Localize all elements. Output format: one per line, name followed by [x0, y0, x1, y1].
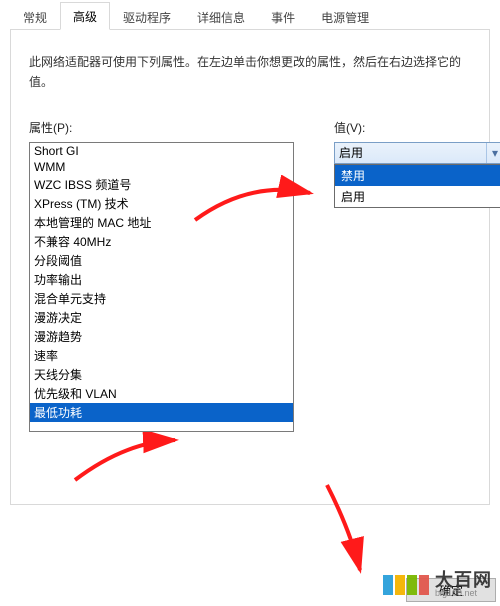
watermark-text-cn: 大百网	[435, 571, 492, 589]
list-item[interactable]: XPress (TM) 技术	[30, 194, 293, 213]
watermark: 大百网 big100.net	[383, 571, 492, 598]
list-item[interactable]: Short GI	[30, 143, 293, 159]
watermark-text-en: big100.net	[435, 589, 492, 598]
value-combobox[interactable]: 启用 ▾	[334, 142, 500, 164]
dropdown-option[interactable]: 启用	[335, 186, 500, 207]
tab-events[interactable]: 事件	[258, 3, 308, 30]
list-item[interactable]: 混合单元支持	[30, 289, 293, 308]
tab-panel-advanced: 此网络适配器可使用下列属性。在左边单击你想更改的属性，然后在右边选择它的值。 属…	[10, 30, 490, 505]
value-label: 值(V):	[334, 119, 500, 136]
property-listbox[interactable]: Short GIWMMWZC IBSS 频道号XPress (TM) 技术本地管…	[29, 142, 294, 432]
watermark-logo-icon	[383, 575, 429, 595]
property-label: 属性(P):	[29, 119, 294, 136]
list-item[interactable]: 优先级和 VLAN	[30, 384, 293, 403]
list-item[interactable]: 漫游趋势	[30, 327, 293, 346]
list-item[interactable]: 不兼容 40MHz	[30, 232, 293, 251]
tab-general[interactable]: 常规	[10, 3, 60, 30]
tab-details[interactable]: 详细信息	[184, 3, 258, 30]
list-item[interactable]: 功率输出	[30, 270, 293, 289]
list-item[interactable]: 速率	[30, 346, 293, 365]
value-combobox-text: 启用	[339, 144, 363, 161]
tab-power[interactable]: 电源管理	[308, 3, 382, 30]
description-text: 此网络适配器可使用下列属性。在左边单击你想更改的属性，然后在右边选择它的值。	[29, 52, 471, 93]
tab-advanced[interactable]: 高级	[60, 2, 110, 30]
list-item[interactable]: WMM	[30, 159, 293, 175]
value-dropdown[interactable]: 禁用启用	[334, 164, 500, 208]
list-item[interactable]: 漫游决定	[30, 308, 293, 327]
list-item[interactable]: 天线分集	[30, 365, 293, 384]
tabs-bar: 常规 高级 驱动程序 详细信息 事件 电源管理	[10, 4, 490, 30]
list-item[interactable]: 最低功耗	[30, 403, 293, 422]
list-item[interactable]: 分段阈值	[30, 251, 293, 270]
dropdown-option[interactable]: 禁用	[335, 165, 500, 186]
list-item[interactable]: WZC IBSS 频道号	[30, 175, 293, 194]
chevron-down-icon: ▾	[486, 143, 500, 163]
tab-driver[interactable]: 驱动程序	[110, 3, 184, 30]
list-item[interactable]: 本地管理的 MAC 地址	[30, 213, 293, 232]
